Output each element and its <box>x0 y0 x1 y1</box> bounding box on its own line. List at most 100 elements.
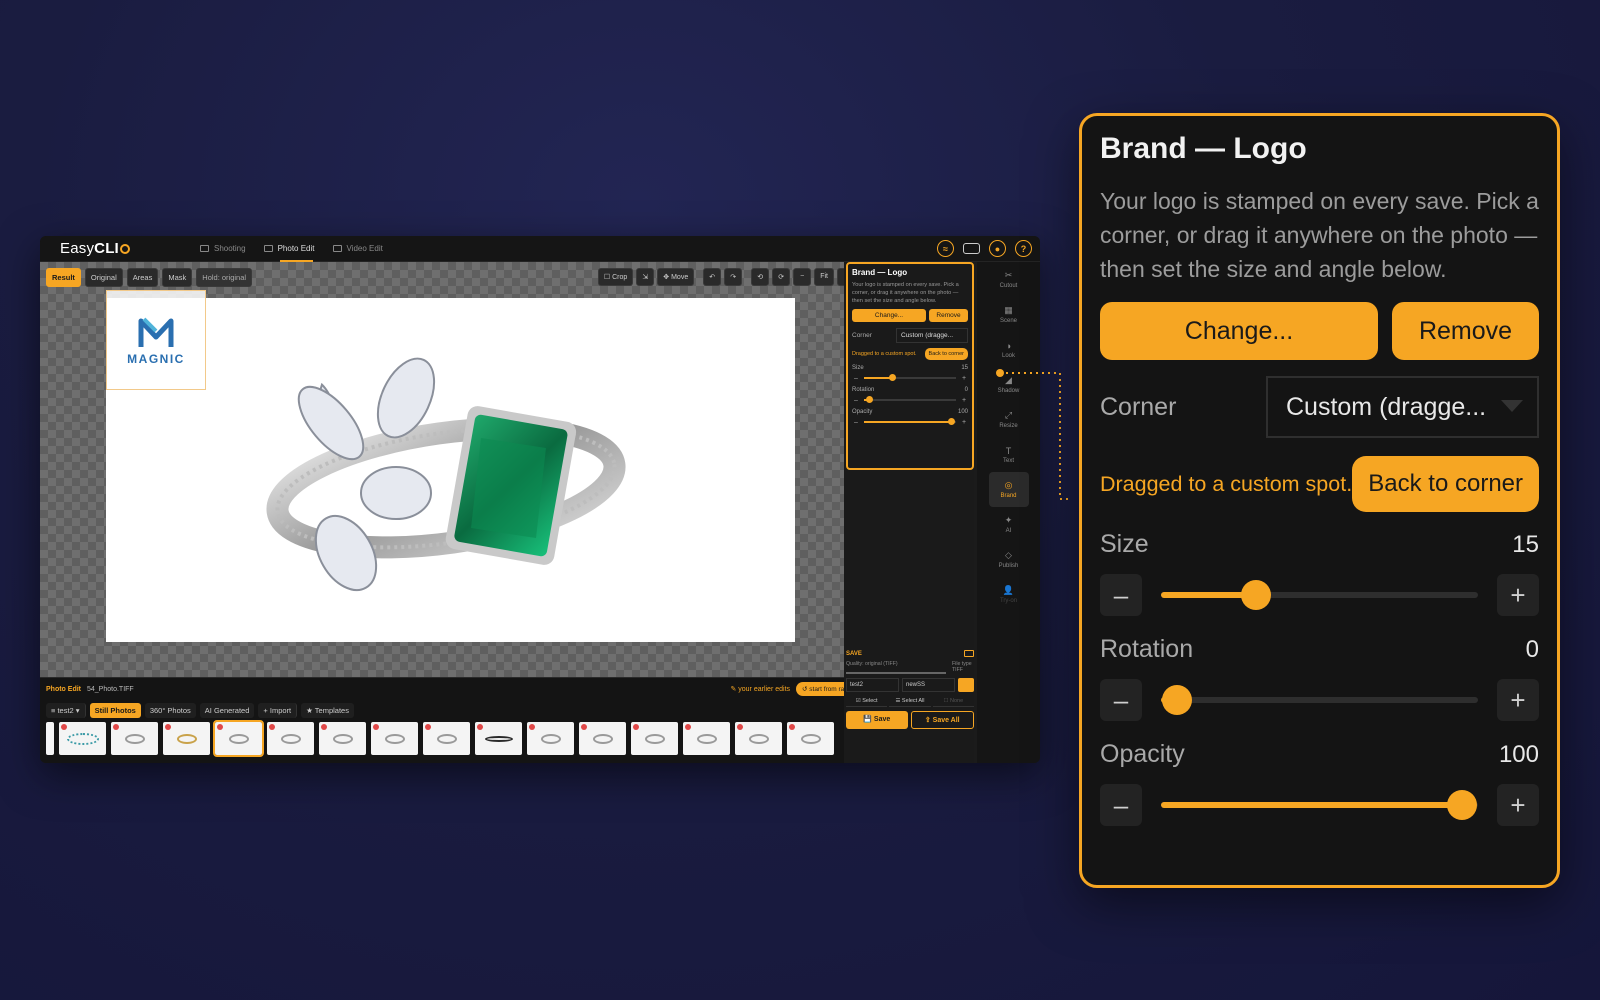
tab-still-photos[interactable]: Still Photos <box>89 702 141 718</box>
monitor-icon[interactable] <box>964 650 974 657</box>
photo-thumbnail[interactable] <box>579 722 626 755</box>
zoom-corner-select[interactable]: Custom (dragge... <box>1266 376 1539 438</box>
rail-item-ai[interactable]: ✦ AI <box>989 507 1029 542</box>
opacity-knob[interactable] <box>948 418 956 426</box>
rail-item-publish[interactable]: ◇ Publish <box>989 542 1029 577</box>
rotate-left-button[interactable]: ⟲ <box>751 268 770 286</box>
tab-ai-generated[interactable]: AI Generated <box>199 702 255 718</box>
rotation-slider[interactable]: – + <box>852 393 968 407</box>
zoom-remove-button[interactable]: Remove <box>1392 302 1539 360</box>
zoom-size-slider[interactable]: – + <box>1100 569 1539 621</box>
earlier-edits-link[interactable]: ✎ your earlier edits <box>730 685 790 693</box>
rail-item-cutout[interactable]: ✂ Cutout <box>989 262 1029 297</box>
photo-thumbnail[interactable] <box>735 722 782 755</box>
rotation-knob[interactable] <box>865 396 873 404</box>
photo-thumbnail[interactable] <box>319 722 366 755</box>
save-button[interactable]: 💾 Save <box>846 711 908 729</box>
mode-tab-photo-edit[interactable]: Photo Edit <box>263 236 315 262</box>
keyboard-icon[interactable] <box>963 243 980 254</box>
folder-icon[interactable] <box>958 678 974 692</box>
opacity-plus-button[interactable]: + <box>960 419 968 426</box>
zoom-opacity-minus-button[interactable]: – <box>1100 784 1142 826</box>
select-all-button[interactable]: ☰ Select All <box>889 696 931 707</box>
zoom-opacity-knob[interactable] <box>1447 790 1478 820</box>
save-name-field[interactable]: newSS <box>902 678 955 692</box>
tab-mask[interactable]: Mask <box>162 268 193 287</box>
size-plus-button[interactable]: + <box>960 375 968 382</box>
zoom-rotation-slider[interactable]: – + <box>1100 674 1539 726</box>
size-slider[interactable]: – + <box>852 371 968 385</box>
zoom-rotation-plus-button[interactable]: + <box>1497 679 1539 721</box>
zoom-opacity-plus-button[interactable]: + <box>1497 784 1539 826</box>
zoom-size-plus-button[interactable]: + <box>1497 574 1539 616</box>
zoom-out-button[interactable]: − <box>793 268 812 286</box>
photo-thumbnail[interactable] <box>59 722 106 755</box>
quality-slider[interactable] <box>846 672 946 674</box>
rail-item-look[interactable]: ◑ Look <box>989 332 1029 367</box>
rotate-right-button[interactable]: ⟳ <box>772 268 791 286</box>
templates-button[interactable]: ★ Templates <box>301 702 354 718</box>
opacity-slider[interactable]: – + <box>852 415 968 429</box>
zoom-size-track[interactable] <box>1161 580 1478 610</box>
undo-button[interactable]: ↶ <box>703 268 722 286</box>
move-button[interactable]: ✥ Move <box>657 268 695 286</box>
rotation-minus-button[interactable]: – <box>852 397 860 404</box>
rotation-plus-button[interactable]: + <box>960 397 968 404</box>
tab-areas[interactable]: Areas <box>126 268 159 287</box>
photo-thumbnail[interactable] <box>631 722 678 755</box>
expand-button[interactable]: ⇲ <box>636 268 655 286</box>
zoom-opacity-slider[interactable]: – + <box>1100 779 1539 831</box>
fit-button[interactable]: Fit <box>814 268 834 286</box>
import-button[interactable]: + Import <box>258 702 298 718</box>
photo-thumbnail[interactable] <box>213 720 264 757</box>
save-folder-field[interactable]: test2 <box>846 678 899 692</box>
crop-button[interactable]: ☐ Crop <box>597 268 634 286</box>
photo-thumbnail[interactable] <box>787 722 834 755</box>
size-minus-button[interactable]: – <box>852 375 860 382</box>
photo-thumbnail[interactable] <box>267 722 314 755</box>
photo-thumbnail[interactable] <box>163 722 210 755</box>
size-knob[interactable] <box>888 374 896 382</box>
tab-original[interactable]: Original <box>84 268 123 287</box>
photo-thumbnail[interactable] <box>371 722 418 755</box>
redo-button[interactable]: ↷ <box>724 268 743 286</box>
remove-logo-button[interactable]: Remove <box>929 309 968 323</box>
rotation-track[interactable] <box>864 396 956 404</box>
mode-tab-video-edit[interactable]: Video Edit <box>332 236 383 262</box>
zoom-rotation-knob[interactable] <box>1161 685 1192 715</box>
photo-thumbnail[interactable] <box>423 722 470 755</box>
rail-item-try-on[interactable]: 👤 Try-on <box>989 577 1029 612</box>
opacity-minus-button[interactable]: – <box>852 419 860 426</box>
brand-logo-overlay[interactable]: MAGNIC <box>106 290 206 390</box>
photo-thumbnail[interactable] <box>683 722 730 755</box>
tab-360-photos[interactable]: 360° Photos <box>144 702 196 718</box>
select-none-button[interactable]: ☐ None <box>932 696 974 707</box>
zoom-change-button[interactable]: Change... <box>1100 302 1378 360</box>
change-logo-button[interactable]: Change... <box>852 309 927 323</box>
folder-dropdown[interactable]: ≡ test2 ▾ <box>46 702 86 718</box>
zoom-back-to-corner-button[interactable]: Back to corner <box>1352 456 1539 512</box>
photo-thumbnail[interactable] <box>46 722 54 755</box>
zoom-rotation-minus-button[interactable]: – <box>1100 679 1142 721</box>
user-icon[interactable]: ● <box>989 240 1006 257</box>
tab-result[interactable]: Result <box>46 268 81 287</box>
back-to-corner-button[interactable]: Back to corner <box>924 348 968 361</box>
photo-thumbnail[interactable] <box>475 722 522 755</box>
zoom-rotation-track[interactable] <box>1161 685 1478 715</box>
zoom-size-knob[interactable] <box>1241 580 1272 610</box>
rail-item-scene[interactable]: ▦ Scene <box>989 297 1029 332</box>
help-icon[interactable]: ? <box>1015 240 1032 257</box>
photo-thumbnail[interactable] <box>111 722 158 755</box>
zoom-opacity-track[interactable] <box>1161 790 1478 820</box>
opacity-track[interactable] <box>864 418 956 426</box>
save-all-button[interactable]: ⇪ Save All <box>910 711 974 729</box>
photo-canvas[interactable]: MAGNIC <box>106 290 795 642</box>
mode-tab-shooting[interactable]: Shooting <box>200 236 246 262</box>
photo-thumbnail[interactable] <box>527 722 574 755</box>
zoom-size-minus-button[interactable]: – <box>1100 574 1142 616</box>
corner-select[interactable]: Custom (dragge... <box>896 328 968 344</box>
select-button[interactable]: ☑ Select <box>846 696 888 707</box>
file-type-select[interactable]: TIFF <box>952 667 972 673</box>
size-track[interactable] <box>864 374 956 382</box>
wifi-icon[interactable]: ≈ <box>937 240 954 257</box>
